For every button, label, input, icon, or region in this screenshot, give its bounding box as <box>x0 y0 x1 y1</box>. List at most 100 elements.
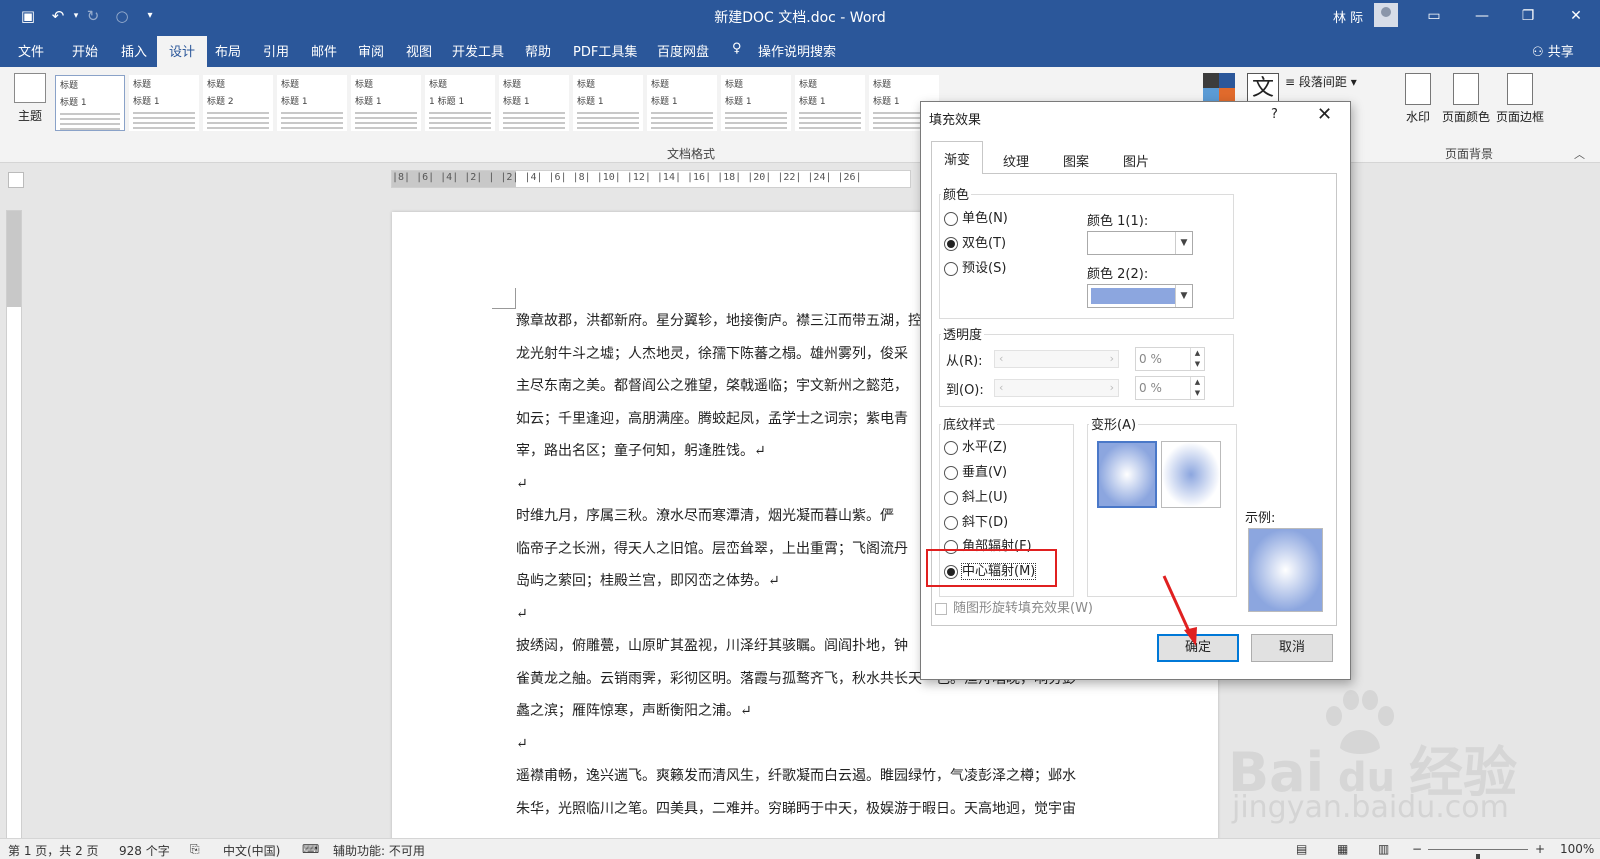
tab-developer[interactable]: 开发工具 <box>452 41 504 60</box>
dialog-close-button[interactable]: ✕ <box>1317 104 1332 125</box>
thumbnail-title: 标题 <box>207 80 226 90</box>
rotate-with-shape-checkbox[interactable]: 随图形旋转填充效果(W) <box>935 597 1093 616</box>
zoom-slider[interactable] <box>1428 849 1528 859</box>
tab-pdf-tools[interactable]: PDF工具集 <box>573 41 637 60</box>
tell-me-search[interactable]: 操作说明搜索 <box>758 41 836 60</box>
variant-option-2[interactable] <box>1161 441 1221 508</box>
avatar[interactable] <box>1374 3 1398 27</box>
thumbnail-title: 标题 <box>725 80 744 90</box>
print-layout-icon[interactable]: ▦ <box>1337 842 1348 856</box>
themes-button[interactable]: 主题 <box>10 73 50 139</box>
thumbnail-heading: 标题 1 <box>60 98 87 108</box>
tab-file[interactable]: 文件 <box>18 41 44 60</box>
minimize-icon[interactable]: — <box>1459 0 1505 32</box>
tab-gradient[interactable]: 渐变 <box>931 141 984 174</box>
thumbnail-title: 标题 <box>281 80 300 90</box>
radio-dot <box>944 236 958 251</box>
tab-view[interactable]: 视图 <box>406 41 432 60</box>
shading-diagonal-down-label: 斜下(D) <box>962 515 1009 530</box>
collapse-ribbon-icon[interactable]: ︿ <box>1574 146 1585 162</box>
zoom-slider-thumb[interactable] <box>1476 854 1480 859</box>
style-set-thumbnail[interactable]: 标题 标题 1 <box>351 75 421 131</box>
tab-picture[interactable]: 图片 <box>1111 144 1162 173</box>
tab-design[interactable]: 设计 <box>157 36 208 67</box>
page-borders-button[interactable]: 页面边框 <box>1494 73 1546 125</box>
shading-from-center-radio[interactable]: 中心辐射(M) <box>944 563 1037 582</box>
style-set-thumbnail[interactable]: 标题 标题 2 <box>203 75 273 131</box>
tab-help[interactable]: 帮助 <box>525 41 551 60</box>
color-two-radio[interactable]: 双色(T) <box>944 236 1006 254</box>
tab-selector[interactable] <box>8 172 24 188</box>
color-one-radio[interactable]: 单色(N) <box>944 211 1008 229</box>
watermark-button[interactable]: 水印 <box>1401 73 1435 125</box>
tab-home[interactable]: 开始 <box>72 41 98 60</box>
shading-diagonal-up-radio[interactable]: 斜上(U) <box>944 490 1008 508</box>
watermark-jingyan: 经验 <box>1409 741 1518 804</box>
language-indicator[interactable]: 中文(中国) <box>223 842 280 859</box>
page-color-button[interactable]: 页面颜色 <box>1440 73 1492 125</box>
vertical-ruler[interactable] <box>6 210 22 840</box>
accessibility-status[interactable]: 辅助功能: 不可用 <box>333 842 425 859</box>
keyboard-icon[interactable]: ⌨ <box>302 842 319 856</box>
tab-insert[interactable]: 插入 <box>121 41 147 60</box>
radio-dot <box>944 440 958 455</box>
dialog-title: 填充效果 <box>929 113 982 128</box>
help-button[interactable]: ? <box>1271 107 1278 122</box>
tab-layout[interactable]: 布局 <box>215 41 241 60</box>
text-boundary-corner <box>492 288 516 309</box>
title-bar: ▣ ↶ ▾ ↻ ○ ▾ 新建DOC 文档.doc - Word 林 际 ▭ — … <box>0 0 1600 32</box>
shading-diagonal-down-radio[interactable]: 斜下(D) <box>944 515 1008 533</box>
color-one-label: 单色(N) <box>962 211 1008 226</box>
close-icon[interactable]: ✕ <box>1553 0 1599 32</box>
zoom-level[interactable]: 100% <box>1560 842 1594 856</box>
user-name[interactable]: 林 际 <box>1333 7 1363 26</box>
style-set-thumbnail[interactable]: 标题 1 标题 1 <box>425 75 495 131</box>
style-set-thumbnail[interactable]: 标题标题 1 <box>795 75 865 131</box>
color-preset-radio[interactable]: 预设(S) <box>944 261 1006 279</box>
lightbulb-icon: ♀ <box>732 41 742 56</box>
restore-icon[interactable]: ❐ <box>1505 0 1551 32</box>
style-set-thumbnail[interactable]: 标题 标题 1 <box>573 75 643 131</box>
word-count[interactable]: 928 个字 <box>119 842 170 859</box>
ribbon-display-options-icon[interactable]: ▭ <box>1411 0 1457 32</box>
tab-texture[interactable]: 纹理 <box>991 144 1042 173</box>
zoom-in-button[interactable]: + <box>1535 842 1545 856</box>
style-set-thumbnail[interactable]: 标题 标题 1 <box>499 75 569 131</box>
tab-pattern[interactable]: 图案 <box>1051 144 1102 173</box>
thumbnail-title: 标题 <box>429 80 448 90</box>
web-layout-icon[interactable]: ▥ <box>1378 842 1389 856</box>
style-set-thumbnail[interactable]: 标题 标题 1 <box>129 75 199 131</box>
radio-dot <box>944 261 958 276</box>
style-set-thumbnail[interactable]: 标题 标题 1 <box>277 75 347 131</box>
shading-from-corner-radio[interactable]: 角部辐射(F) <box>944 539 1032 557</box>
colors-icon[interactable] <box>1203 73 1235 103</box>
sample-preview <box>1248 528 1323 612</box>
style-set-thumbnail[interactable]: 标题 标题 1 <box>647 75 717 131</box>
style-set-thumbnail[interactable]: 标题 标题 1 <box>721 75 791 131</box>
share-button[interactable]: ⚇ 共享 <box>1532 41 1574 60</box>
cancel-button[interactable]: 取消 <box>1251 634 1333 662</box>
variant-option-1[interactable] <box>1097 441 1157 508</box>
color2-dropdown[interactable]: ▼ <box>1087 284 1193 308</box>
horizontal-ruler[interactable]: |8| |6| |4| |2| | |2| |4| |6| |8| |10| |… <box>391 170 911 188</box>
read-mode-icon[interactable]: ▤ <box>1296 842 1307 856</box>
thumbnail-text-line <box>429 112 491 114</box>
thumbnail-title: 标题 <box>799 80 818 90</box>
tab-references[interactable]: 引用 <box>263 41 289 60</box>
color2-label: 颜色 2(2): <box>1087 267 1149 282</box>
style-set-thumbnail[interactable]: 标题 标题 1 <box>55 75 125 131</box>
ok-button[interactable]: 确定 <box>1157 634 1239 662</box>
thumbnail-text-line <box>429 117 491 119</box>
paragraph-spacing-button[interactable]: ≡ 段落间距 ▾ <box>1285 73 1357 90</box>
tab-baidu-netdisk[interactable]: 百度网盘 <box>657 41 709 60</box>
page-count[interactable]: 第 1 页，共 2 页 <box>8 842 99 859</box>
shading-vertical-radio[interactable]: 垂直(V) <box>944 465 1007 483</box>
thumbnail-heading: 标题 1 <box>799 97 826 107</box>
zoom-out-button[interactable]: − <box>1412 842 1422 856</box>
tab-mailings[interactable]: 邮件 <box>311 41 337 60</box>
thumbnail-title: 标题 <box>503 80 522 90</box>
shading-horizontal-radio[interactable]: 水平(Z) <box>944 440 1007 458</box>
color1-dropdown[interactable]: ▼ <box>1087 231 1193 255</box>
proofing-icon[interactable]: ⎘ <box>190 842 200 857</box>
tab-review[interactable]: 审阅 <box>358 41 384 60</box>
